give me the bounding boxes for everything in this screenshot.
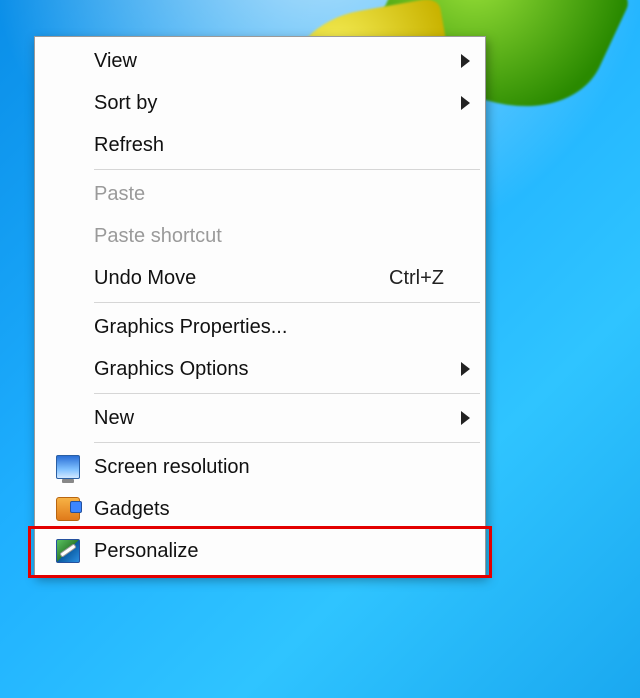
menu-item-graphics-properties[interactable]: Graphics Properties... — [38, 306, 482, 348]
menu-item-label: View — [94, 50, 461, 73]
menu-item-refresh[interactable]: Refresh — [38, 124, 482, 166]
menu-item-gadgets[interactable]: Gadgets — [38, 488, 482, 530]
menu-item-graphics-options[interactable]: Graphics Options — [38, 348, 482, 390]
menu-item-paste-shortcut: Paste shortcut — [38, 215, 482, 257]
menu-item-new[interactable]: New — [38, 397, 482, 439]
menu-item-undo-move[interactable]: Undo MoveCtrl+Z — [38, 257, 482, 299]
menu-item-label: Refresh — [94, 134, 474, 157]
monitor-icon — [56, 455, 80, 479]
menu-item-icon-slot — [42, 539, 94, 563]
menu-item-icon-slot — [42, 497, 94, 521]
menu-item-label: New — [94, 407, 461, 430]
menu-item-label: Screen resolution — [94, 456, 474, 479]
menu-separator — [94, 302, 480, 303]
menu-separator — [94, 442, 480, 443]
menu-item-shortcut: Ctrl+Z — [389, 267, 444, 290]
menu-item-label: Paste — [94, 183, 474, 206]
menu-item-label: Paste shortcut — [94, 225, 474, 248]
menu-item-sort-by[interactable]: Sort by — [38, 82, 482, 124]
menu-item-label: Graphics Options — [94, 358, 461, 381]
submenu-arrow-icon — [461, 54, 470, 68]
menu-item-screen-resolution[interactable]: Screen resolution — [38, 446, 482, 488]
submenu-arrow-icon — [461, 362, 470, 376]
menu-item-paste: Paste — [38, 173, 482, 215]
menu-item-label: Graphics Properties... — [94, 316, 474, 339]
menu-item-icon-slot — [42, 455, 94, 479]
submenu-arrow-icon — [461, 411, 470, 425]
menu-item-personalize[interactable]: Personalize — [38, 530, 482, 572]
menu-item-label: Personalize — [94, 540, 474, 563]
gadgets-icon — [56, 497, 80, 521]
desktop-context-menu: View Sort by Refresh Paste Paste shortcut Und… — [34, 36, 486, 576]
personalize-icon — [56, 539, 80, 563]
menu-separator — [94, 169, 480, 170]
menu-separator — [94, 393, 480, 394]
desktop-background[interactable]: View Sort by Refresh Paste Paste shortcut Und… — [0, 0, 640, 698]
menu-item-view[interactable]: View — [38, 40, 482, 82]
menu-item-label: Sort by — [94, 92, 461, 115]
menu-item-label: Undo Move — [94, 267, 389, 290]
submenu-arrow-icon — [461, 96, 470, 110]
menu-item-label: Gadgets — [94, 498, 474, 521]
